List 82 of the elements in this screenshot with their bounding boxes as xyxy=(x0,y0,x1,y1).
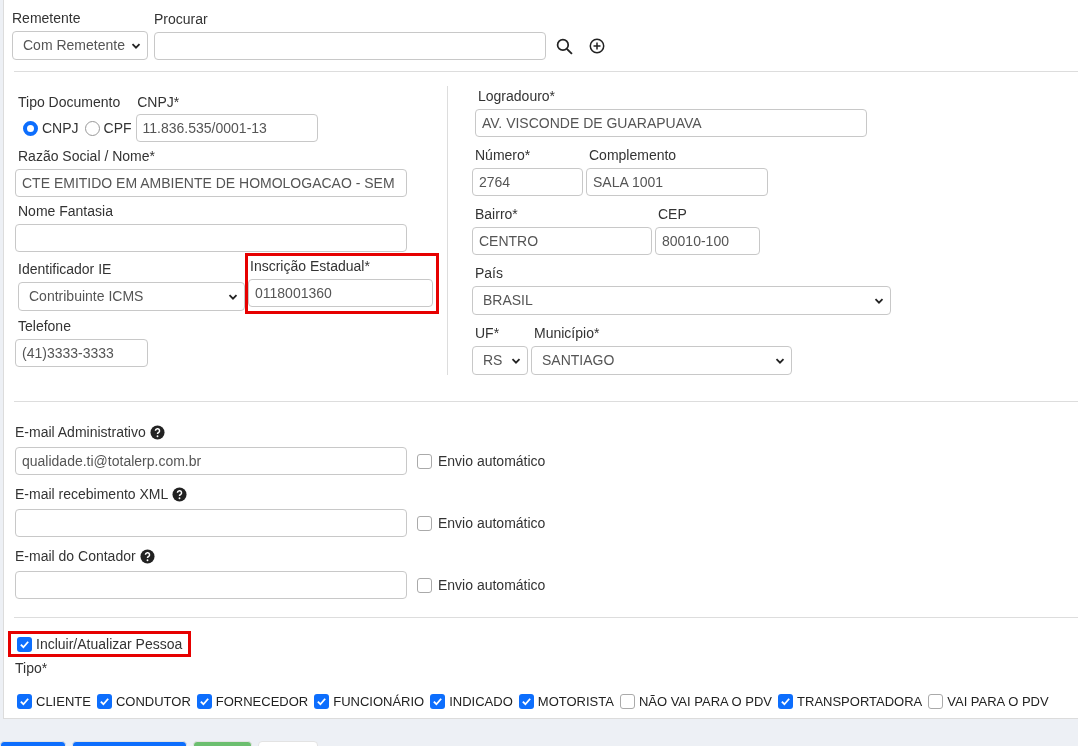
field-label: Tipo Documento xyxy=(18,93,121,112)
field-label: Razão Social / Nome* xyxy=(18,147,156,166)
radio-button[interactable] xyxy=(23,120,38,136)
field-label: CNPJ* xyxy=(137,93,180,112)
field-label: País xyxy=(474,264,504,283)
checkbox-option[interactable]: Envio automático xyxy=(417,450,546,472)
field-label: E-mail do Contador xyxy=(15,547,136,566)
text-field[interactable] xyxy=(15,224,407,252)
field-label: Número* xyxy=(474,146,532,165)
checkmark-icon xyxy=(98,696,110,708)
field-label: CEP xyxy=(657,205,688,224)
field-label: Procurar xyxy=(154,10,209,29)
dropdown[interactable]: Contribuinte ICMS xyxy=(18,282,245,311)
checkbox[interactable] xyxy=(417,515,432,531)
checkbox[interactable] xyxy=(17,694,32,710)
checkbox-option[interactable]: VAI PARA O PDV xyxy=(928,692,1049,712)
text-field[interactable] xyxy=(15,509,407,537)
checkbox[interactable] xyxy=(518,694,534,710)
text-field[interactable]: SALA 1001 xyxy=(586,168,768,196)
text-field[interactable]: CENTRO xyxy=(472,227,652,255)
field-label: Complemento xyxy=(588,146,678,165)
field-label: Nome Fantasia xyxy=(18,202,114,221)
checkbox-option[interactable]: Incluir/Atualizar Pessoa xyxy=(8,631,192,657)
field-label: Inscrição Estadual* xyxy=(250,257,371,276)
help-icon xyxy=(139,548,155,564)
checkmark-icon xyxy=(432,696,444,708)
field-label: Município* xyxy=(533,324,601,343)
text-field[interactable]: 2764 xyxy=(472,168,583,196)
checkbox[interactable] xyxy=(314,694,330,710)
checkbox-option[interactable]: CLIENTE xyxy=(17,692,91,712)
field-label: Identificador IE xyxy=(18,260,113,279)
checkbox[interactable] xyxy=(417,577,432,593)
checkmark-icon xyxy=(19,696,30,708)
text-field[interactable]: qualidade.ti@totalerp.com.br xyxy=(15,447,407,475)
dropdown[interactable]: SANTIAGO xyxy=(531,346,792,375)
add-icon[interactable] xyxy=(589,38,605,54)
field-label: Logradouro* xyxy=(478,87,557,106)
checkbox[interactable] xyxy=(196,694,212,710)
field-label: Remetente xyxy=(12,9,82,28)
checkmark-icon xyxy=(316,696,328,708)
checkmark-icon xyxy=(780,696,792,708)
text-field[interactable]: CTE EMITIDO EM AMBIENTE DE HOMOLOGACAO - SEM xyxy=(15,169,407,197)
checkbox[interactable] xyxy=(430,694,446,710)
checkmark-icon xyxy=(19,638,30,650)
text-field[interactable]: 0118001360 xyxy=(248,279,433,307)
text-field[interactable]: AV. VISCONDE DE GUARAPUAVA xyxy=(475,109,867,137)
checkbox[interactable] xyxy=(778,694,794,710)
checkbox[interactable] xyxy=(17,636,32,652)
text-field[interactable] xyxy=(154,32,546,60)
checkbox[interactable] xyxy=(96,694,112,710)
field-label: Bairro* xyxy=(474,205,519,224)
help-icon xyxy=(149,424,165,440)
checkbox[interactable] xyxy=(417,453,432,469)
checkbox-option[interactable]: FORNECEDOR xyxy=(196,692,309,712)
checkmark-icon xyxy=(198,696,210,708)
dropdown[interactable]: RS xyxy=(472,346,528,375)
field-label: Telefone xyxy=(18,317,72,336)
checkbox-option[interactable]: Envio automático xyxy=(417,512,546,534)
field-label: UF* xyxy=(474,324,501,343)
text-field[interactable]: 11.836.535/0001-13 xyxy=(135,114,318,142)
checkmark-icon xyxy=(520,696,532,708)
search-icon[interactable] xyxy=(556,37,573,55)
text-field[interactable]: (41)3333-3333 xyxy=(15,339,148,367)
dropdown[interactable]: BRASIL xyxy=(472,286,891,315)
checkbox[interactable] xyxy=(619,694,635,710)
checkbox-option[interactable]: CONDUTOR xyxy=(96,692,191,712)
checkbox-option[interactable]: INDICADO xyxy=(430,692,513,712)
field-label: E-mail Administrativo xyxy=(15,423,146,442)
help-icon xyxy=(172,486,188,502)
checkbox-option[interactable]: NÃO VAI PARA O PDV xyxy=(619,692,773,712)
radio-option[interactable]: CNPJ xyxy=(23,117,79,139)
field-label: E-mail recebimento XML xyxy=(15,485,169,504)
field-label: Tipo* xyxy=(15,659,49,678)
text-field[interactable] xyxy=(15,571,407,599)
checkbox-option[interactable]: FUNCIONÁRIO xyxy=(314,692,425,712)
checkbox[interactable] xyxy=(928,694,944,710)
radio-option[interactable]: CPF xyxy=(84,117,132,139)
text-field[interactable]: 80010-100 xyxy=(655,227,760,255)
checkbox-option[interactable]: MOTORISTA xyxy=(518,692,614,712)
dropdown[interactable]: Com Remetente xyxy=(12,31,148,60)
checkbox-option[interactable]: TRANSPORTADORA xyxy=(778,692,923,712)
checkbox-option[interactable]: Envio automático xyxy=(417,574,546,596)
